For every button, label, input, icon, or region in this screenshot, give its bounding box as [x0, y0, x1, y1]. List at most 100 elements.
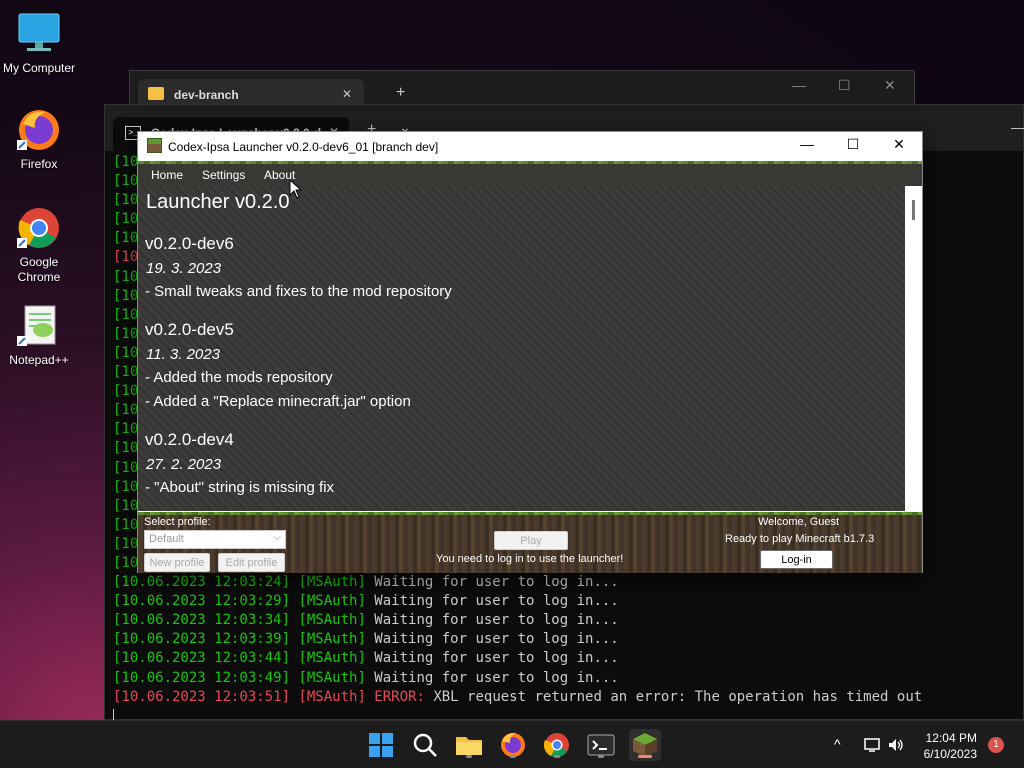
desktop-icon-my-computer[interactable]: My Computer	[0, 10, 78, 76]
terminal-line-prefix: [10	[113, 497, 139, 514]
login-button[interactable]: Log-in	[760, 550, 833, 569]
changelog-version: v0.2.0-dev5	[145, 320, 234, 339]
minimize-button[interactable]: —	[792, 77, 806, 93]
menu-item-settings[interactable]: Settings	[202, 168, 245, 182]
terminal-line-prefix: [10	[113, 192, 139, 209]
firefox-icon	[15, 106, 63, 154]
terminal-line-prefix: [10	[113, 421, 139, 438]
changelog-version: v0.2.0-dev4	[145, 430, 234, 449]
firefox-icon[interactable]	[497, 729, 529, 761]
terminal-timestamp: [10.06.2023 12:03:24]	[113, 574, 291, 591]
profile-select[interactable]: Default ⌵	[144, 530, 286, 549]
edit-profile-button[interactable]: Edit profile	[218, 553, 285, 572]
menu-item-home[interactable]: Home	[151, 168, 183, 182]
terminal-tag: [MSAuth]	[290, 688, 366, 705]
monitor-icon	[15, 10, 63, 58]
terminal-line-prefix: [10	[113, 230, 139, 247]
changelog-panel[interactable]: Launcher v0.2.0 v0.2.0-dev6 19. 3. 2023 …	[138, 186, 905, 511]
terminal-line-prefix: [10	[113, 459, 139, 476]
folder-icon	[148, 87, 164, 100]
mouse-cursor-icon	[289, 179, 303, 199]
close-button[interactable]: ✕	[876, 136, 922, 158]
terminal-message: Waiting for user to log in...	[365, 669, 619, 686]
scrollbar-thumb[interactable]	[912, 200, 915, 220]
terminal-timestamp: [10.06.2023 12:03:44]	[113, 650, 291, 667]
changelog-item: - Added the mods repository	[145, 369, 333, 386]
launcher-window: Codex-Ipsa Launcher v0.2.0-dev6_01 [bran…	[137, 131, 923, 573]
select-profile-label: Select profile:	[144, 516, 211, 528]
desktop-icon-label: My Computer	[2, 61, 76, 75]
terminal-timestamp: [10.06.2023 12:03:51]	[113, 688, 291, 705]
terminal-line-prefix: [10	[113, 268, 139, 285]
minimize-button[interactable]: —	[784, 136, 830, 158]
terminal-line-prefix: [10	[113, 402, 139, 419]
terminal-line: [10.06.2023 12:03:34] [MSAuth] Waiting f…	[113, 611, 1023, 630]
terminal-message: Waiting for user to log in...	[365, 593, 619, 610]
terminal-tag: [MSAuth]	[290, 631, 366, 648]
terminal-timestamp: [10.06.2023 12:03:34]	[113, 612, 291, 629]
ready-status: Ready to play Minecraft b1.7.3	[725, 533, 875, 545]
changelog-date: 11. 3. 2023	[146, 346, 220, 363]
terminal-line-prefix: [10	[113, 287, 139, 304]
minecraft-block-icon	[147, 138, 162, 153]
search-icon[interactable]	[409, 729, 441, 761]
close-window-button[interactable]: ✕	[884, 77, 896, 94]
file-explorer-icon[interactable]	[453, 729, 485, 761]
terminal-tag: [MSAuth]	[290, 593, 366, 610]
volume-icon[interactable]	[887, 737, 905, 753]
terminal-line-prefix: [10	[113, 516, 139, 533]
terminal-error-line: [10.06.2023 12:03:51] [MSAuth] ERROR: XB…	[113, 688, 1023, 707]
desktop-icon-google-chrome[interactable]: Google Chrome	[0, 204, 78, 285]
changelog-item: - "About" string is missing fix	[145, 479, 335, 496]
desktop-icon-label: Firefox	[20, 157, 58, 171]
desktop-icon-label: Chrome	[17, 270, 61, 284]
desktop-icon-label: Notepad++	[9, 353, 69, 367]
launcher-bottom-bar: Select profile: Default ⌵ New profile Ed…	[138, 515, 922, 573]
start-icon[interactable]	[365, 729, 397, 761]
terminal-tag: [MSAuth]	[290, 669, 366, 686]
changelog-item: - Added a "Replace minecraft.jar" option	[145, 393, 411, 410]
terminal-icon[interactable]	[585, 729, 617, 761]
chrome-icon	[15, 204, 63, 252]
terminal-line-prefix: [10	[113, 154, 139, 170]
desktop-icon-firefox[interactable]: Firefox	[0, 106, 78, 172]
desktop-icon-notepad-plus-plus[interactable]: Notepad++	[0, 302, 78, 368]
system-clock[interactable]: 12:04 PM 6/10/2023	[924, 730, 977, 762]
changelog-date: 19. 3. 2023	[146, 260, 222, 277]
chevron-down-icon: ⌵	[273, 532, 281, 543]
terminal-line-prefix: [10	[113, 325, 139, 342]
launcher-version-heading: Launcher v0.2.0	[146, 191, 290, 213]
minecraft-launcher-icon[interactable]	[629, 729, 661, 761]
clock-date: 6/10/2023	[923, 747, 977, 761]
terminal-line: [10.06.2023 12:03:44] [MSAuth] Waiting f…	[113, 649, 1023, 668]
new-profile-button[interactable]: New profile	[144, 553, 210, 572]
terminal-line-prefix: [10	[113, 306, 139, 323]
network-icon[interactable]	[864, 737, 882, 753]
terminal-line-prefix: [10	[113, 344, 139, 361]
changelog-date: 27. 2. 2023	[146, 456, 222, 473]
clock-time: 12:04 PM	[925, 731, 977, 745]
new-tab-button[interactable]: +	[396, 84, 405, 102]
changelog-scrollbar[interactable]	[905, 186, 922, 511]
terminal-timestamp: [10.06.2023 12:03:29]	[113, 593, 291, 610]
terminal-message: Waiting for user to log in...	[365, 650, 619, 667]
terminal-line: [10.06.2023 12:03:39] [MSAuth] Waiting f…	[113, 630, 1023, 649]
play-button[interactable]: Play	[494, 531, 568, 550]
terminal-message: Waiting for user to log in...	[365, 612, 619, 629]
terminal-message: XBL request returned an error: The opera…	[424, 688, 923, 705]
terminal-tag: [MSAuth]	[290, 574, 366, 591]
terminal-timestamp: [10.06.2023 12:03:39]	[113, 631, 291, 648]
terminal-timestamp: [10.06.2023 12:03:49]	[113, 669, 291, 686]
close-tab-icon[interactable]: ✕	[342, 87, 352, 101]
terminal-line-prefix: [10	[113, 440, 139, 457]
minimize-button[interactable]: —	[1011, 119, 1024, 135]
chrome-icon[interactable]	[541, 729, 573, 761]
maximize-button[interactable]: ☐	[838, 77, 851, 94]
terminal-error-label: ERROR:	[365, 688, 425, 705]
notification-badge[interactable]: 1	[988, 737, 1004, 753]
maximize-button[interactable]: ☐	[830, 136, 876, 158]
tray-chevron-icon[interactable]: ^	[834, 736, 841, 752]
terminal-line-prefix: [10	[113, 535, 139, 552]
launcher-title-bar: Codex-Ipsa Launcher v0.2.0-dev6_01 [bran…	[138, 132, 922, 160]
terminal-line-prefix: [10	[113, 554, 139, 571]
